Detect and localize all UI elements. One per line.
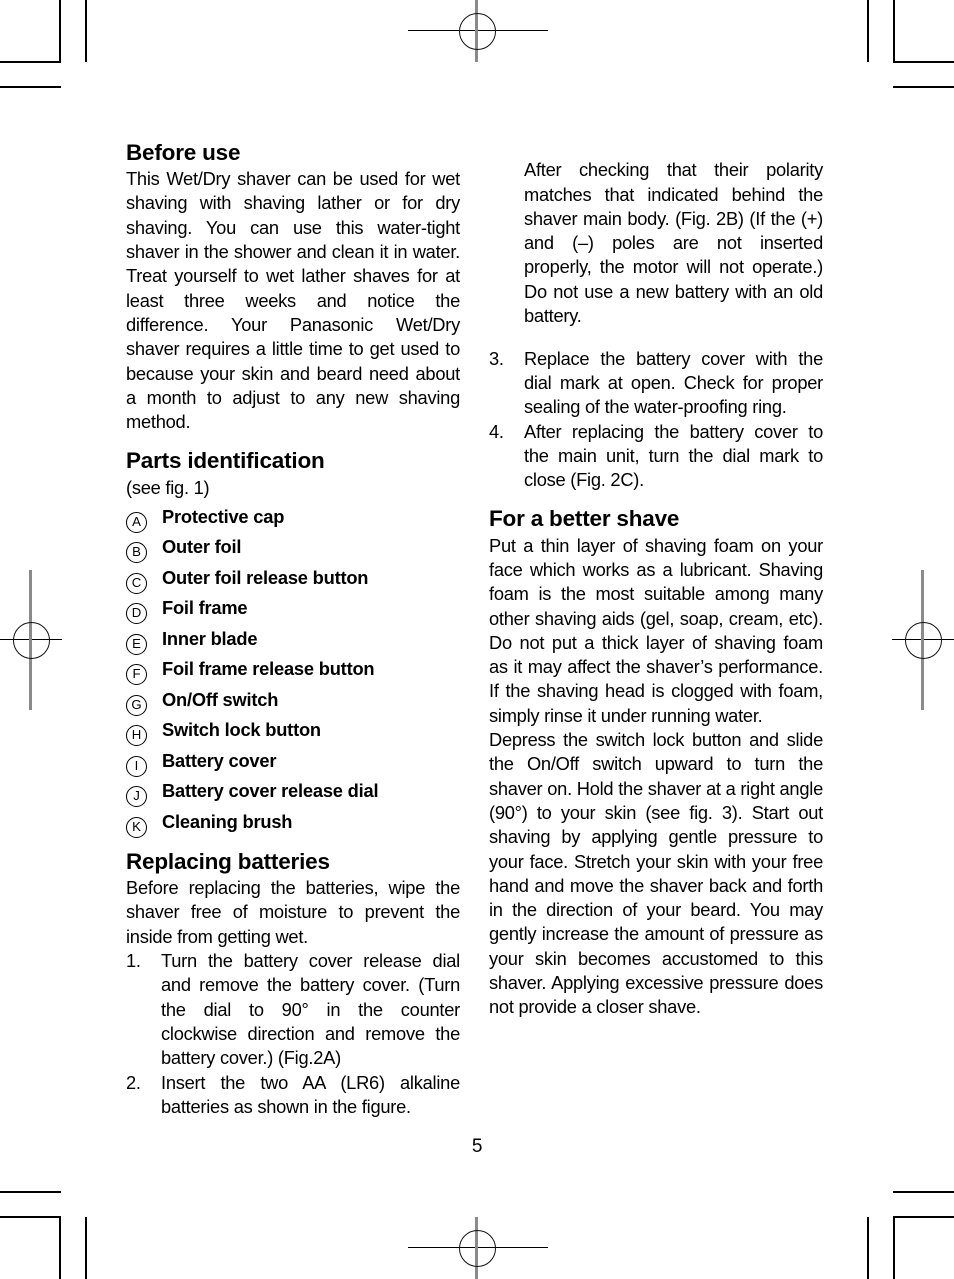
list-item: 2. Insert the two AA (LR6) alkaline batt…: [126, 1071, 460, 1120]
step-text-3: Replace the battery cover with the dial …: [524, 347, 823, 418]
part-label-g: On/Off switch: [162, 688, 279, 710]
list-item: 4. After replacing the battery cover to …: [489, 420, 823, 493]
part-label-a: Protective cap: [162, 505, 285, 527]
heading-replacing-batteries: Replacing batteries: [126, 848, 330, 874]
list-item: K Cleaning brush: [126, 810, 460, 838]
replacing-batteries-step-list: 1. Turn the battery cover release dial a…: [126, 949, 460, 1119]
paragraph-better-shave-1: Put a thin layer of shaving foam on your…: [489, 534, 823, 726]
step-text-1: Turn the battery cover release dial and …: [161, 950, 460, 1069]
heading-before-use: Before use: [126, 140, 241, 165]
trim-line-bottom-right-vertical: [867, 1217, 869, 1279]
registration-mark-bottom: [408, 1217, 548, 1279]
list-item: G On/Off switch: [126, 688, 460, 716]
crop-mark-top-right-horizontal: [893, 61, 954, 63]
part-marker-h: H: [126, 725, 147, 747]
part-marker-k: K: [126, 816, 147, 838]
parts-identification-list: A Protective cap B Outer foil C Outer fo…: [126, 505, 460, 838]
part-label-h: Switch lock button: [162, 719, 321, 741]
registration-mark-left-circle: [13, 622, 50, 659]
part-marker-d: D: [126, 603, 147, 625]
step-text-4: After replacing the battery cover to the…: [524, 420, 823, 491]
part-marker-g: G: [126, 694, 147, 716]
list-item: I Battery cover: [126, 749, 460, 777]
part-label-k: Cleaning brush: [162, 810, 293, 832]
list-item: C Outer foil release button: [126, 566, 460, 594]
crop-mark-bottom-right-horizontal: [893, 1216, 954, 1218]
part-label-i: Battery cover: [162, 749, 277, 771]
registration-mark-bottom-circle: [459, 1230, 496, 1267]
part-marker-i: I: [126, 755, 147, 777]
part-label-d: Foil frame: [162, 597, 248, 619]
list-item: 1. Turn the battery cover release dial a…: [126, 949, 460, 1070]
part-label-f: Foil frame release button: [162, 658, 375, 680]
registration-mark-left: [0, 570, 62, 710]
list-item: B Outer foil: [126, 536, 460, 564]
list-item: F Foil frame release button: [126, 658, 460, 686]
right-text-column: After checking that their polarity match…: [489, 140, 823, 1020]
part-label-e: Inner blade: [162, 627, 258, 649]
heading-parts-identification: Parts identification: [126, 448, 325, 474]
part-label-c: Outer foil release button: [162, 566, 369, 588]
registration-mark-top: [408, 0, 548, 62]
step-2-continuation: After checking that their polarity match…: [524, 159, 823, 327]
trim-line-top-left-horizontal: [0, 86, 61, 88]
registration-mark-right-circle: [905, 622, 942, 659]
trim-line-top-right-horizontal: [893, 86, 954, 88]
crop-mark-top-left-horizontal: [0, 61, 61, 63]
left-text-column: Before use This Wet/Dry shaver can be us…: [126, 140, 460, 1119]
part-marker-c: C: [126, 572, 147, 594]
step-number-4: 4.: [489, 420, 504, 442]
trim-line-bottom-right-horizontal: [893, 1191, 954, 1193]
crop-mark-bottom-right-vertical: [893, 1217, 895, 1279]
part-marker-e: E: [126, 633, 147, 655]
list-item: D Foil frame: [126, 597, 460, 625]
list-item: E Inner blade: [126, 627, 460, 655]
trim-line-bottom-left-vertical: [85, 1217, 87, 1279]
crop-mark-top-right-vertical: [893, 0, 895, 62]
heading-for-a-better-shave: For a better shave: [489, 506, 680, 532]
part-marker-a: A: [126, 511, 147, 533]
crop-mark-bottom-left-vertical: [59, 1217, 61, 1279]
replacing-batteries-step-list-continued: 3. Replace the battery cover with the di…: [489, 347, 823, 493]
trim-line-top-left-vertical: [85, 0, 87, 62]
part-label-j: Battery cover release dial: [162, 780, 379, 802]
step-number-3: 3.: [489, 347, 504, 369]
crop-mark-bottom-left-horizontal: [0, 1216, 61, 1218]
trim-line-top-right-vertical: [867, 0, 869, 62]
step-number-2: 2.: [126, 1071, 141, 1093]
part-marker-b: B: [126, 542, 147, 564]
page-number: 5: [471, 1136, 483, 1157]
registration-mark-right: [892, 570, 954, 710]
step-text-2: Insert the two AA (LR6) alkaline batteri…: [161, 1071, 460, 1117]
list-item: H Switch lock button: [126, 719, 460, 747]
crop-mark-top-left-vertical: [59, 0, 61, 62]
list-item: A Protective cap: [126, 505, 460, 533]
part-marker-j: J: [126, 786, 147, 808]
part-label-b: Outer foil: [162, 536, 242, 558]
part-marker-f: F: [126, 664, 147, 686]
paragraph-replacing-batteries-intro: Before replacing the batteries, wipe the…: [126, 877, 460, 947]
step-number-1: 1.: [126, 950, 141, 972]
manual-page: Before use This Wet/Dry shaver can be us…: [0, 0, 954, 1279]
list-item: J Battery cover release dial: [126, 780, 460, 808]
paragraph-before-use: This Wet/Dry shaver can be used for wet …: [126, 168, 460, 433]
registration-mark-top-circle: [459, 13, 496, 50]
paragraph-better-shave-2: Depress the switch lock button and slide…: [489, 729, 823, 1018]
parts-identification-figure-note: (see fig. 1): [126, 476, 210, 498]
list-item: 3. Replace the battery cover with the di…: [489, 347, 823, 420]
trim-line-bottom-left-horizontal: [0, 1191, 61, 1193]
